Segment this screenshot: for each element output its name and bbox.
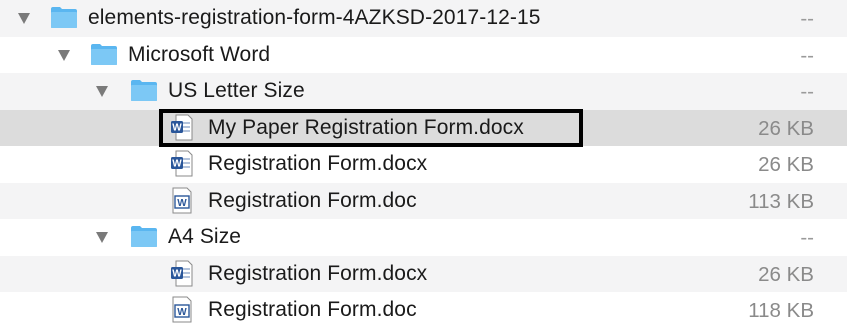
disclosure-triangle-icon[interactable] xyxy=(96,86,108,97)
item-name: US Letter Size xyxy=(168,79,305,102)
list-item[interactable]: W Registration Form.doc 118 KB xyxy=(0,292,847,325)
item-size: -- xyxy=(800,80,814,103)
list-item[interactable]: W Registration Form.doc 113 KB xyxy=(0,182,847,219)
item-size: -- xyxy=(800,226,814,249)
item-name: Registration Form.docx xyxy=(208,152,428,175)
svg-text:W: W xyxy=(177,198,187,209)
item-size: 118 KB xyxy=(748,299,814,322)
word-97-document-icon: W xyxy=(172,187,192,213)
list-item[interactable]: Microsoft Word -- xyxy=(0,37,847,74)
item-name: Registration Form.doc xyxy=(208,298,417,321)
item-size: -- xyxy=(800,7,814,30)
item-name: Registration Form.docx xyxy=(208,261,428,285)
item-size: 26 KB xyxy=(758,153,814,176)
item-name: Registration Form.doc xyxy=(208,188,417,212)
word-document-icon: W xyxy=(171,260,193,286)
item-size: 26 KB xyxy=(758,116,814,140)
word-document-icon: W xyxy=(171,150,193,177)
highlight-outline xyxy=(159,109,583,147)
folder-icon xyxy=(51,7,77,28)
list-item[interactable]: W Registration Form.docx 26 KB xyxy=(0,255,847,292)
svg-text:W: W xyxy=(172,268,182,279)
disclosure-triangle-icon[interactable] xyxy=(58,49,70,61)
svg-text:W: W xyxy=(177,307,187,318)
list-item[interactable]: US Letter Size -- xyxy=(0,73,847,110)
list-item[interactable]: A4 Size -- xyxy=(0,219,847,256)
svg-text:W: W xyxy=(172,159,182,170)
item-name: Microsoft Word xyxy=(128,42,271,66)
disclosure-triangle-icon[interactable] xyxy=(96,232,108,243)
folder-icon xyxy=(91,43,117,65)
item-name: elements-registration-form-4AZKSD-2017-1… xyxy=(88,6,541,29)
item-size: 26 KB xyxy=(758,262,814,286)
folder-icon xyxy=(131,80,157,101)
list-item[interactable]: elements-registration-form-4AZKSD-2017-1… xyxy=(0,0,847,37)
item-size: 113 KB xyxy=(748,189,814,213)
list-item[interactable]: W Registration Form.docx 26 KB xyxy=(0,146,847,183)
word-97-document-icon: W xyxy=(172,296,192,323)
item-size: -- xyxy=(800,43,814,67)
disclosure-triangle-icon[interactable] xyxy=(18,13,30,24)
file-list: elements-registration-form-4AZKSD-2017-1… xyxy=(0,0,847,325)
item-name: A4 Size xyxy=(168,225,242,248)
folder-icon xyxy=(131,226,157,247)
